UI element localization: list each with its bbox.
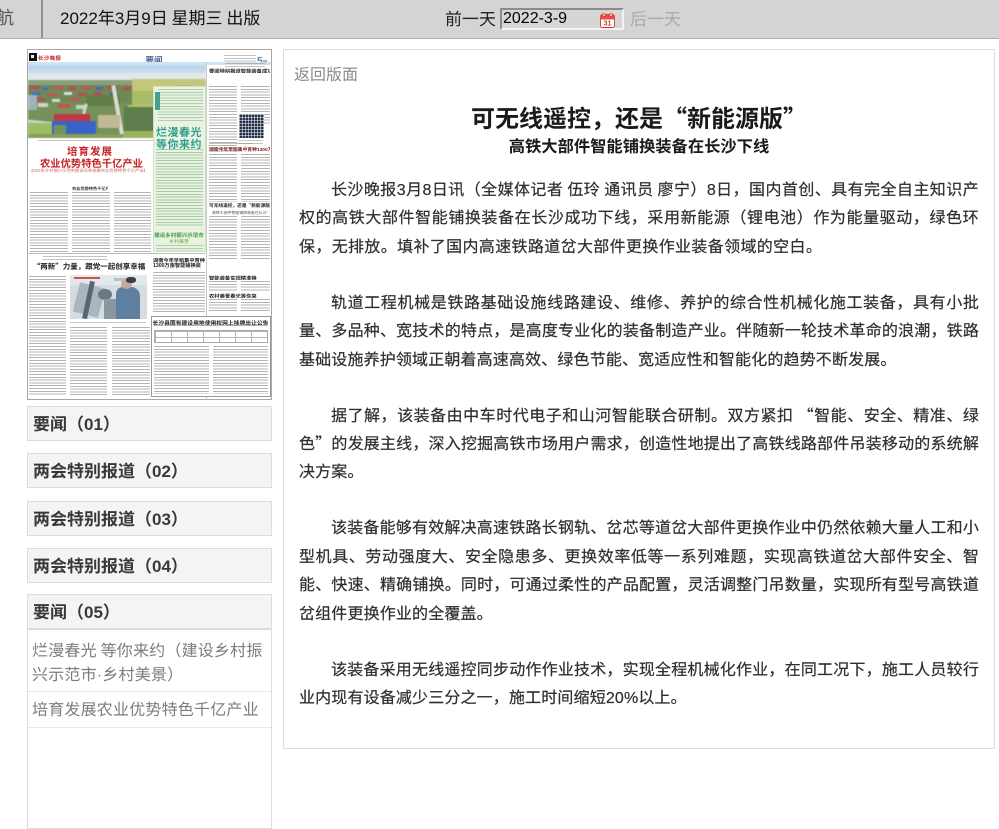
svg-text:31: 31 bbox=[604, 20, 612, 27]
